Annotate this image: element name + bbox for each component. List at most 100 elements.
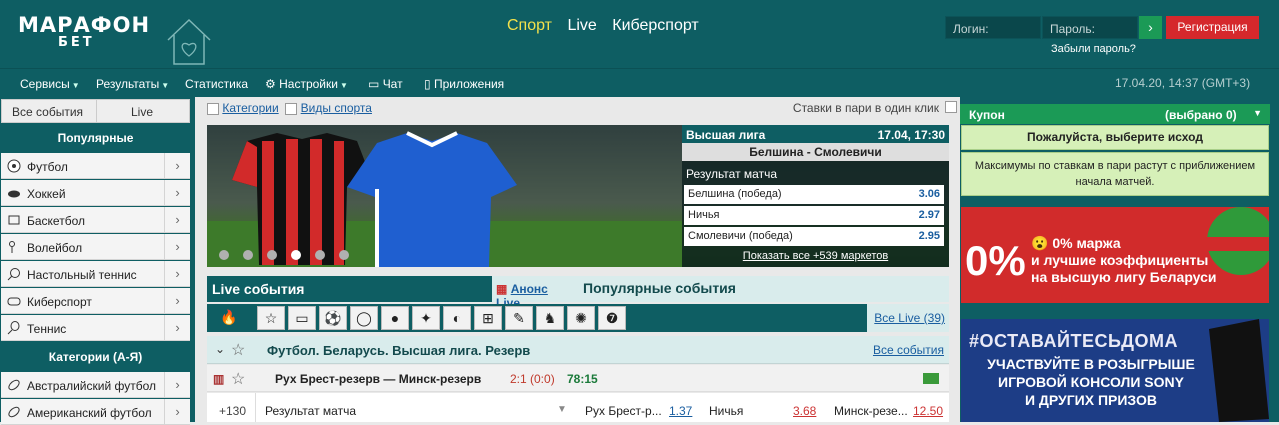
odd-away[interactable]: 12.50	[913, 404, 943, 418]
sidebar-item-tennis[interactable]: Теннис ›	[1, 315, 190, 341]
services-menu[interactable]: Сервисы ▼	[20, 77, 80, 91]
carousel-dot[interactable]	[243, 250, 253, 260]
featured-outcome[interactable]: Ничья 2.97	[684, 206, 944, 225]
league-header[interactable]: ⌄ ☆ Футбол. Беларусь. Высшая лига. Резер…	[207, 336, 949, 364]
chevron-right-icon: ›	[164, 207, 190, 232]
nav-esports[interactable]: Киберспорт	[612, 17, 698, 34]
hockey-icon[interactable]: ●	[381, 306, 409, 330]
tab-popular-events[interactable]: Популярные события	[579, 276, 949, 302]
header: МАРАФОН БЕТ Спорт Live Киберспорт Логин:…	[0, 0, 1279, 68]
featured-outcome[interactable]: Смолевичи (победа) 2.95	[684, 227, 944, 246]
rugby-ball-icon	[8, 379, 20, 391]
popular-heading: Популярные	[1, 126, 190, 150]
one-click-bet-checkbox[interactable]	[945, 101, 957, 113]
caret-down-icon: ▼	[161, 81, 170, 90]
badminton-icon[interactable]: ✎	[505, 306, 533, 330]
phone-icon: ▯	[424, 77, 431, 91]
fire-icon[interactable]: 🔥	[215, 306, 243, 330]
password-input[interactable]: Пароль:	[1042, 16, 1138, 39]
tab-live[interactable]: Live	[131, 105, 153, 119]
carousel-dot[interactable]	[339, 250, 349, 260]
login-submit-button[interactable]: ›	[1139, 16, 1162, 39]
market-count[interactable]: +130	[219, 404, 246, 418]
settings-menu[interactable]: ⚙ Настройки ▼	[265, 77, 348, 91]
datetime: 17.04.20, 14:37 (GMT+3)	[1115, 76, 1251, 90]
results-menu[interactable]: Результаты ▼	[96, 77, 169, 91]
featured-match: Высшая лига 17.04, 17:30 Белшина - Смолев…	[682, 125, 949, 267]
sports-checkbox[interactable]	[285, 102, 298, 115]
jerseys-image	[207, 131, 682, 267]
lotto-icon[interactable]: ❼	[598, 306, 626, 330]
coupon-note: Максимумы по ставкам в пари растут с при…	[961, 152, 1269, 196]
chevron-right-icon: ›	[164, 180, 190, 205]
sidebar-item-basketball[interactable]: Баскетбол ›	[1, 207, 190, 233]
chat-link[interactable]: ▭ Чат	[368, 77, 403, 91]
sidebar-item-australian-football[interactable]: Австралийский футбол ›	[1, 372, 190, 398]
table-tennis-icon[interactable]: ◐	[443, 306, 471, 330]
categories-filter-link[interactable]: Категории	[222, 101, 278, 115]
tennis-icon[interactable]: ◯	[350, 306, 378, 330]
gamepad-icon[interactable]: ⊞	[474, 306, 502, 330]
stats-icon[interactable]: ▥	[213, 372, 224, 386]
tab-live-announce[interactable]: ▦ Анонс Live	[492, 276, 579, 310]
carousel-dot-active[interactable]	[291, 250, 301, 260]
market-select[interactable]: Результат матча	[265, 404, 356, 418]
outcome-away-name: Минск-резе...	[834, 404, 908, 418]
horse-icon[interactable]: ♞	[536, 306, 564, 330]
roulette-icon[interactable]: ✺	[567, 306, 595, 330]
show-all-markets-link[interactable]: Показать все +539 маркетов	[682, 250, 949, 262]
carousel-dot[interactable]	[219, 250, 229, 260]
chevron-down-icon[interactable]: ▼	[557, 404, 567, 415]
chevron-down-icon[interactable]: ⌄	[215, 342, 225, 356]
register-button[interactable]: Регистрация	[1166, 16, 1259, 39]
sidebar-item-table-tennis[interactable]: Настольный теннис ›	[1, 261, 190, 287]
carousel-dot[interactable]	[267, 250, 277, 260]
all-events-link[interactable]: Все события	[873, 343, 944, 357]
categories-checkbox[interactable]	[207, 102, 219, 115]
featured-outcome[interactable]: Белшина (победа) 3.06	[684, 185, 944, 204]
promo-ad-margin[interactable]: 0% 😮 0% маржа и лучшие коэффициенты на в…	[961, 207, 1269, 303]
star-icon[interactable]: ☆	[231, 340, 245, 360]
sidebar-item-volleyball[interactable]: Волейбол ›	[1, 234, 190, 260]
stats-link[interactable]: Статистика	[185, 77, 248, 91]
tab-all-events[interactable]: Все события	[12, 105, 83, 119]
featured-market: Результат матча	[686, 167, 777, 181]
outcome-draw-name: Ничья	[709, 404, 744, 418]
promo-banner[interactable]: Высшая лига 17.04, 17:30 Белшина - Смолев…	[207, 125, 949, 267]
sidebar-item-american-football[interactable]: Американский футбол ›	[1, 399, 190, 425]
featured-header: Высшая лига 17.04, 17:30	[682, 125, 949, 143]
odd-home[interactable]: 1.37	[669, 404, 692, 418]
chevron-right-icon: ›	[164, 315, 190, 340]
star-icon[interactable]: ☆	[257, 306, 285, 330]
all-live-link[interactable]: Все Live (39)	[867, 304, 949, 332]
nav-live[interactable]: Live	[567, 17, 596, 34]
odd-draw[interactable]: 3.68	[793, 404, 816, 418]
field-icon[interactable]	[923, 373, 939, 384]
sidebar-item-football[interactable]: Футбол ›	[1, 153, 190, 179]
sidebar-item-esports[interactable]: Киберспорт ›	[1, 288, 190, 314]
hockey-puck-icon	[8, 190, 20, 198]
football-icon[interactable]: ⚽	[319, 306, 347, 330]
nav-sport[interactable]: Спорт	[507, 17, 552, 34]
event-row[interactable]: ▥ ☆ Рух Брест-резерв — Минск-резерв 2:1 …	[207, 365, 949, 392]
chat-icon: ▭	[368, 77, 380, 91]
login-input[interactable]: Логин:	[945, 16, 1041, 39]
forgot-password-link[interactable]: Забыли пароль?	[1051, 43, 1136, 55]
basketball-icon	[8, 215, 20, 225]
sidebar-item-hockey[interactable]: Хоккей ›	[1, 180, 190, 206]
logo[interactable]: МАРАФОН БЕТ	[18, 14, 150, 50]
carousel-dot[interactable]	[315, 250, 325, 260]
ad-stay-home-text: УЧАСТВУЙТЕ В РОЗЫГРЫШЕ ИГРОВОЙ КОНСОЛИ S…	[987, 356, 1195, 408]
volleyball-icon[interactable]: ✦	[412, 306, 440, 330]
divider	[96, 100, 97, 122]
coupon-header[interactable]: Купон (выбрано 0) ▼	[960, 104, 1270, 124]
sports-filter-link[interactable]: Виды спорта	[301, 101, 372, 115]
american-football-icon	[8, 406, 20, 418]
monitor-icon[interactable]: ▭	[288, 306, 316, 330]
main-nav: Спорт Live Киберспорт	[507, 17, 710, 35]
gamepad-icon	[7, 297, 21, 306]
ad-margin-text: 😮 0% маржа и лучшие коэффициенты на высш…	[1031, 235, 1217, 285]
star-icon[interactable]: ☆	[231, 369, 245, 389]
apps-link[interactable]: ▯ Приложения	[424, 77, 504, 91]
promo-ad-stay-home[interactable]: #ОСТАВАЙТЕСЬДОМА УЧАСТВУЙТЕ В РОЗЫГРЫШЕ …	[961, 319, 1269, 422]
